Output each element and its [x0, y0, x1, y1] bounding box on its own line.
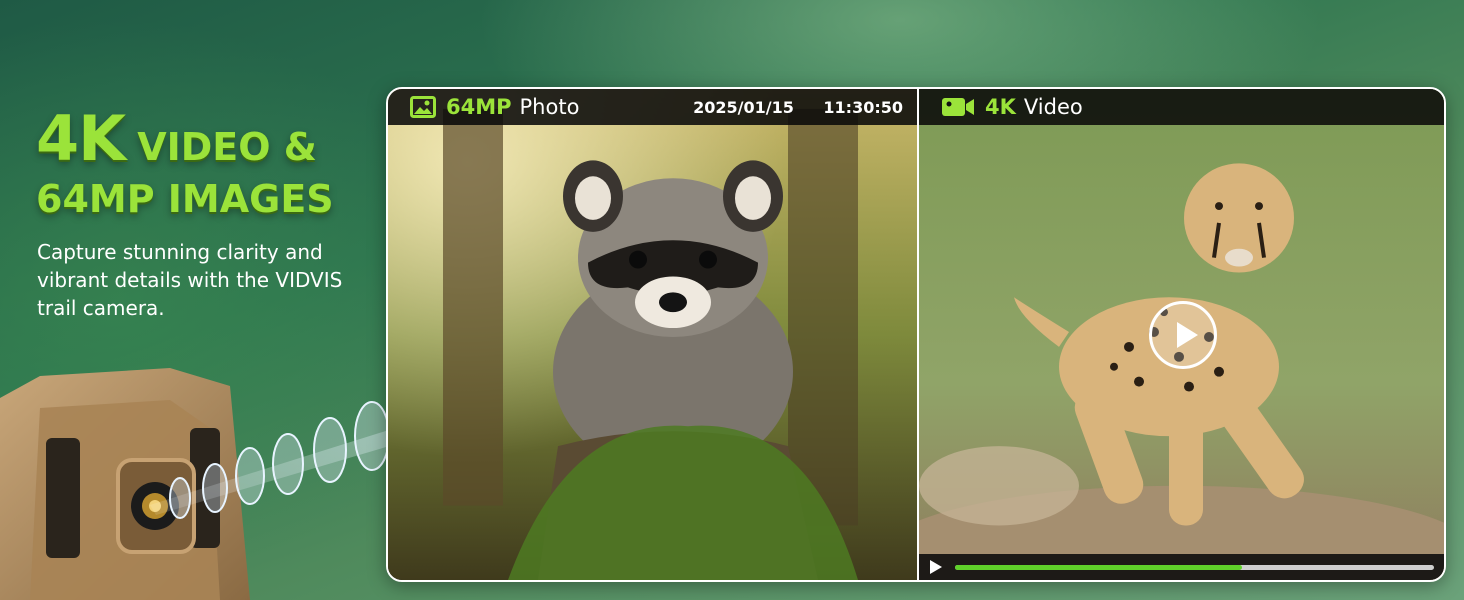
subtitle: Capture stunning clarity and vibrant det…: [37, 240, 343, 320]
image-icon: [410, 96, 436, 118]
video-topbar: 4K Video: [919, 89, 1444, 125]
photo-label: Photo: [519, 95, 580, 119]
video-resolution-label: 4K: [985, 95, 1016, 119]
video-panel: 4K Video: [919, 89, 1444, 580]
play-button[interactable]: [1149, 301, 1217, 369]
headline-video: VIDEO &: [137, 125, 317, 169]
video-camera-icon: [942, 98, 974, 116]
photo-panel: 64MP Photo 2025/01/15 11:30:50: [388, 89, 917, 580]
video-progress-bar[interactable]: [955, 564, 1434, 570]
video-controls: [919, 554, 1444, 580]
media-frame: 64MP Photo 2025/01/15 11:30:50 4K Video: [386, 87, 1446, 582]
headline: 4K VIDEO & 64MP IMAGES: [36, 102, 334, 221]
raccoon-photo: [388, 89, 917, 580]
headline-4k: 4K: [36, 102, 126, 175]
play-icon: [1177, 322, 1198, 348]
video-progress-fill: [955, 564, 1243, 570]
video-label: Video: [1023, 95, 1083, 119]
headline-64mp-images: 64MP IMAGES: [36, 177, 334, 221]
photo-date: 2025/01/15: [693, 97, 794, 117]
photo-resolution-label: 64MP: [446, 95, 512, 119]
photo-time: 11:30:50: [823, 97, 903, 117]
photo-timestamp: 2025/01/15 11:30:50: [693, 98, 903, 117]
photo-topbar: 64MP Photo 2025/01/15 11:30:50: [388, 89, 917, 125]
small-play-icon[interactable]: [929, 559, 943, 575]
